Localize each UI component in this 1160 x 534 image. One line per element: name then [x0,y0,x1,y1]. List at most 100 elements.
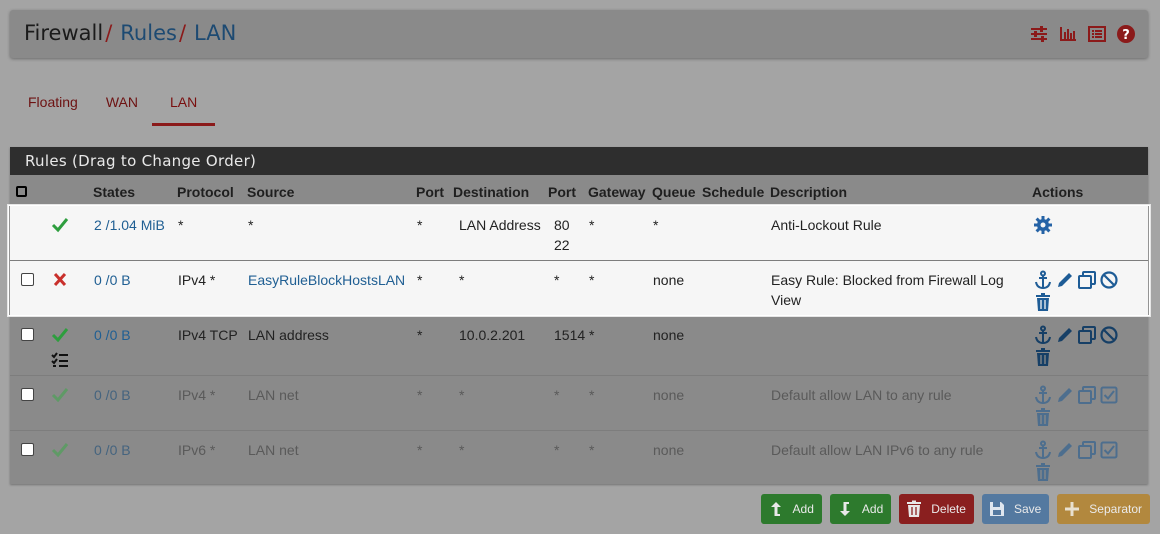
delete-label: Delete [931,502,966,516]
tab-floating[interactable]: Floating [14,92,92,126]
disable-icon[interactable] [1099,325,1119,345]
source-alias-link[interactable]: EasyRuleBlockHostsLAN [248,272,405,288]
pencil-icon[interactable] [1055,325,1075,345]
interface-tabs: Floating WAN LAN [14,92,216,126]
description-cell: Anti-Lockout Rule [766,205,1028,260]
plus-icon [1065,502,1080,516]
delete-button[interactable]: Delete [899,494,974,524]
copy-icon[interactable] [1077,270,1097,290]
col-port[interactable]: Port [412,175,449,205]
copy-icon[interactable] [1077,325,1097,345]
panel-title: Rules (Drag to Change Order) [10,147,1148,175]
anchor-icon[interactable] [1033,270,1053,290]
gear-icon[interactable] [1033,215,1053,235]
protocol-cell: IPv6 * [178,441,216,458]
queue-cell: * [648,205,698,260]
separator-button[interactable]: Separator [1057,494,1150,524]
check-icon [48,442,70,463]
port-cell: * [412,260,449,315]
disable-icon[interactable] [1099,270,1119,290]
add-bottom-button[interactable]: Add [829,494,892,524]
tab-wan[interactable]: WAN [92,92,152,126]
breadcrumb-separator: / [178,21,187,45]
save-icon [989,502,1004,516]
table-row[interactable]: 0 /0 B IPv4 TCP LAN address * 10.0.2.201… [10,315,1148,375]
port-cell: * [412,205,449,260]
tab-lan[interactable]: LAN [151,92,216,126]
help-icon[interactable]: ? [1116,24,1136,44]
gateway-cell: * [584,205,648,260]
states-link[interactable]: 2 /1.04 MiB [94,217,165,233]
breadcrumb-lan-link[interactable]: LAN [194,21,236,45]
svg-text:?: ? [1122,28,1130,43]
states-link[interactable]: 0 /0 B [94,272,131,288]
enable-checkbox-icon[interactable] [1099,385,1119,405]
row-checkbox[interactable] [21,272,34,286]
enable-checkbox-icon[interactable] [1099,440,1119,460]
table-row[interactable]: 0 /0 B IPv6 * LAN net * * * * none Defau… [10,430,1148,485]
sliders-icon[interactable] [1029,24,1049,44]
states-link[interactable]: 0 /0 B [94,387,131,403]
trash-icon[interactable] [1033,292,1053,312]
col-source[interactable]: Source [243,175,412,205]
trash-icon[interactable] [1033,462,1053,482]
source-cell: LAN address [248,326,329,343]
anchor-icon[interactable] [1033,440,1053,460]
row-checkbox[interactable] [21,442,34,456]
protocol-cell: IPv4 TCP [178,326,238,343]
dport-cell: * [544,260,584,315]
row-checkbox[interactable] [21,327,34,341]
trash-icon[interactable] [1033,407,1053,427]
list-icon[interactable] [1087,24,1107,44]
gateway-cell: * [589,441,595,458]
table-row[interactable]: 2 /1.04 MiB * * * LAN Address 80 22 * * … [10,205,1148,260]
check-icon [48,387,70,408]
source-cell: LAN net [248,441,299,458]
rules-table: States Protocol Source Port Destination … [10,175,1148,485]
gateway-cell: * [589,386,595,403]
col-protocol[interactable]: Protocol [173,175,243,205]
col-destination[interactable]: Destination [449,175,544,205]
table-row[interactable]: 0 /0 B IPv4 * EasyRuleBlockHostsLAN * * … [10,260,1148,315]
save-button[interactable]: Save [981,494,1050,524]
bar-chart-icon[interactable] [1058,24,1078,44]
check-icon [48,217,70,238]
pencil-icon[interactable] [1055,385,1075,405]
select-all-checkbox[interactable] [16,185,27,197]
dport-cell: * [554,386,560,403]
destination-cell: * [459,386,465,403]
table-row[interactable]: 0 /0 B IPv4 * LAN net * * * * none Defau… [10,375,1148,430]
queue-cell: none [653,441,685,458]
source-cell: * [243,205,412,260]
col-states[interactable]: States [89,175,173,205]
add-top-button[interactable]: Add [760,494,822,524]
add-bottom-label: Add [861,502,884,516]
trash-icon [907,500,922,517]
pencil-icon[interactable] [1055,440,1075,460]
description-cell: Default allow LAN to any rule [771,386,952,403]
schedule-cell [698,430,766,485]
copy-icon[interactable] [1077,440,1097,460]
col-schedule[interactable]: Schedule [698,175,766,205]
col-description[interactable]: Description [766,175,1028,205]
breadcrumb-separator: / [105,21,113,45]
schedule-cell [698,315,766,375]
check-icon [48,327,70,348]
breadcrumb-rules-link[interactable]: Rules [120,21,177,45]
pencil-icon[interactable] [1055,270,1075,290]
col-queue[interactable]: Queue [648,175,698,205]
row-checkbox[interactable] [21,387,34,401]
states-link[interactable]: 0 /0 B [94,327,131,343]
page-header: Firewall/Rules/LAN ? [10,10,1148,58]
trash-icon[interactable] [1033,347,1053,367]
copy-icon[interactable] [1077,385,1097,405]
col-gateway[interactable]: Gateway [584,175,648,205]
anchor-icon[interactable] [1033,325,1053,345]
states-link[interactable]: 0 /0 B [94,442,131,458]
destination-cell: * [459,441,465,458]
anchor-icon[interactable] [1033,385,1053,405]
port-cell: * [417,326,423,343]
col-dport[interactable]: Port [544,175,584,205]
source-cell: LAN net [248,386,299,403]
breadcrumb-firewall: Firewall [24,21,104,45]
